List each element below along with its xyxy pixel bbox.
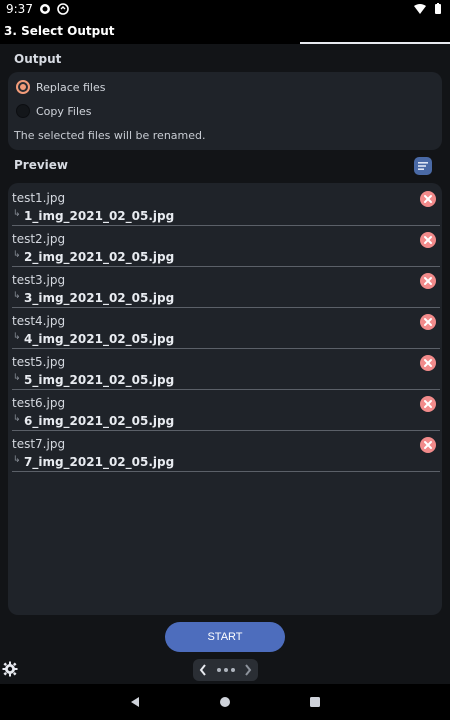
chevron-right-icon[interactable] [244,664,252,676]
system-nav-bar [0,684,450,720]
status-time: 9:37 [6,2,33,16]
original-filename: test3.jpg [12,273,66,287]
list-item: test6.jpg ↳ 6_img_2021_02_05.jpg [12,390,440,431]
new-filename: 3_img_2021_02_05.jpg [24,291,175,305]
back-icon[interactable] [129,696,141,708]
delete-button[interactable] [420,273,436,289]
delete-icon [424,441,432,449]
delete-icon [424,400,432,408]
radio-copy-files[interactable]: Copy Files [16,104,92,118]
radio-replace-files[interactable]: Replace files [16,80,106,94]
wifi-icon [414,4,426,14]
step-pager [193,659,258,681]
arrow-icon: ↳ [13,332,21,342]
list-item: test5.jpg ↳ 5_img_2021_02_05.jpg [12,349,440,390]
arrow-icon: ↳ [13,291,21,301]
arrow-icon: ↳ [13,250,21,260]
delete-icon [424,318,432,326]
step-indicator [300,42,450,44]
home-icon[interactable] [219,696,231,708]
notification-icon [39,4,50,14]
original-filename: test7.jpg [12,437,66,451]
arrow-icon: ↳ [13,455,21,465]
new-filename: 2_img_2021_02_05.jpg [24,250,175,264]
original-filename: test4.jpg [12,314,66,328]
new-filename: 1_img_2021_02_05.jpg [24,209,175,223]
sync-icon [57,3,69,15]
delete-button[interactable] [420,232,436,248]
delete-button[interactable] [420,314,436,330]
radio-copy-files-label: Copy Files [36,104,92,118]
radio-unselected-icon[interactable] [16,104,30,118]
delete-button[interactable] [420,191,436,207]
list-item: test2.jpg ↳ 2_img_2021_02_05.jpg [12,226,440,267]
app-bar: 3. Select Output [0,18,450,44]
output-hint: The selected files will be renamed. [14,129,206,142]
delete-icon [424,359,432,367]
delete-icon [424,277,432,285]
delete-icon [424,195,432,203]
delete-icon [424,236,432,244]
page-dot [216,668,221,672]
arrow-icon: ↳ [13,414,21,424]
page-dots [216,668,235,672]
radio-replace-files-label: Replace files [36,80,106,94]
new-filename: 4_img_2021_02_05.jpg [24,332,175,346]
new-filename: 6_img_2021_02_05.jpg [24,414,175,428]
page-dot [230,668,235,672]
list-item: test4.jpg ↳ 4_img_2021_02_05.jpg [12,308,440,349]
delete-button[interactable] [420,437,436,453]
original-filename: test5.jpg [12,355,66,369]
settings-icon[interactable] [2,661,18,677]
list-item: test3.jpg ↳ 3_img_2021_02_05.jpg [12,267,440,308]
delete-button[interactable] [420,396,436,412]
original-filename: test2.jpg [12,232,66,246]
new-filename: 5_img_2021_02_05.jpg [24,373,175,387]
output-card: Replace files Copy Files The selected fi… [8,72,442,150]
new-filename: 7_img_2021_02_05.jpg [24,455,175,469]
list-view-button[interactable] [414,157,432,175]
battery-icon [435,3,441,14]
list-item: test7.jpg ↳ 7_img_2021_02_05.jpg [12,431,440,472]
arrow-icon: ↳ [13,209,21,219]
output-section-title: Output [14,52,62,66]
arrow-icon: ↳ [13,373,21,383]
chevron-left-icon[interactable] [199,664,207,676]
start-button[interactable]: START [165,622,285,652]
status-bar: 9:37 [0,0,450,18]
recents-icon[interactable] [309,696,321,708]
preview-section-title: Preview [14,158,69,172]
list-icon [418,162,428,170]
page-dot [223,668,228,672]
original-filename: test1.jpg [12,191,66,205]
preview-list: test1.jpg ↳ 1_img_2021_02_05.jpg test2.j… [8,183,442,615]
page-title: 3. Select Output [4,24,115,38]
radio-selected-icon[interactable] [16,80,30,94]
delete-button[interactable] [420,355,436,371]
original-filename: test6.jpg [12,396,66,410]
list-item: test1.jpg ↳ 1_img_2021_02_05.jpg [12,185,440,226]
